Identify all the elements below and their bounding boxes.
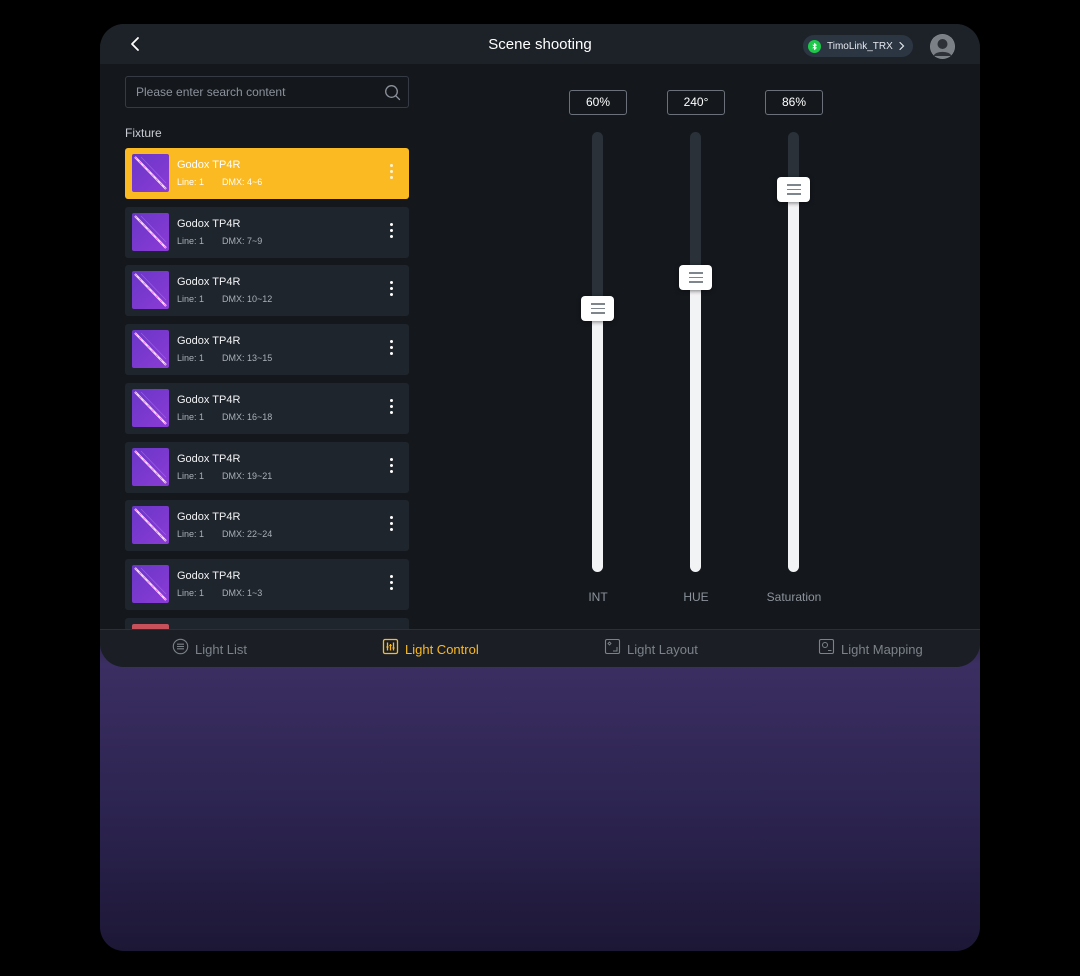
fixture-item[interactable]: Godox TP4R Line: 1 DMX: 1~3 — [125, 558, 409, 610]
device-name: TimoLink_TRX — [827, 40, 893, 52]
fixture-thumbnail — [132, 447, 169, 486]
fixture-item[interactable]: Godox TP4R Line: 1 DMX: 7~9 — [125, 206, 409, 258]
fixture-line: Line: 1 — [177, 235, 205, 246]
fixture-meta: Line: 1 DMX: 19~21 — [177, 471, 272, 481]
fixture-name: Godox TP4R — [177, 393, 241, 406]
tab-light-list[interactable]: Light List — [172, 630, 247, 667]
search-input[interactable] — [126, 77, 376, 107]
fixture-name: Godox TP4R — [177, 452, 241, 465]
more-options-icon[interactable] — [385, 164, 397, 184]
fixture-thumbnail — [132, 388, 169, 427]
fixture-item[interactable]: Godox TP4R Line: 1 DMX: 13~15 — [125, 324, 409, 376]
fixture-dmx: DMX: 1~3 — [222, 587, 263, 598]
fixture-section-label: Fixture — [125, 126, 162, 140]
fixture-thumbnail — [132, 212, 169, 251]
fixture-dmx: DMX: 19~21 — [222, 470, 273, 481]
fixture-item[interactable]: Godox TP4R Line: 1 DMX: 4~6 — [125, 148, 409, 199]
app-window: Scene shooting TimoLink_TRX Please enter… — [100, 24, 980, 667]
more-options-icon[interactable] — [385, 398, 397, 419]
fixture-line: Line: 1 — [177, 353, 205, 364]
tab-label: Light List — [195, 641, 248, 657]
fixture-meta: Line: 1 DMX: 16~18 — [177, 412, 272, 422]
fixture-dmx: DMX: 7~9 — [222, 235, 263, 246]
more-options-icon[interactable] — [385, 340, 397, 360]
slider-track[interactable] — [777, 132, 810, 572]
fixture-thumbnail — [132, 564, 169, 603]
fixture-name: Godox TP4R — [177, 511, 241, 524]
fixture-meta: Line: 1 DMX: 10~12 — [177, 294, 272, 304]
slider-value[interactable]: 86% — [765, 90, 823, 115]
slider-label: Saturation — [766, 590, 822, 604]
slider-handle[interactable] — [679, 265, 712, 290]
slider-fill — [690, 277, 701, 572]
search-icon[interactable] — [384, 84, 401, 101]
fixture-dmx: DMX: 22~24 — [222, 529, 273, 540]
bottom-tab-bar: Light List Light Control Light Layout Light… — [100, 629, 980, 667]
slider-handle[interactable] — [581, 296, 614, 321]
slider-label: HUE — [683, 590, 709, 604]
fixture-thumbnail — [132, 330, 169, 369]
fixture-thumbnail — [132, 154, 169, 192]
fixture-line: Line: 1 — [177, 470, 205, 481]
user-icon — [930, 34, 955, 59]
fixture-line: Line: 1 — [177, 294, 205, 305]
slider-value[interactable]: 60% — [569, 90, 627, 115]
fixture-dmx: DMX: 13~15 — [222, 353, 273, 364]
chevron-right-icon — [899, 41, 905, 51]
device-frame: Scene shooting TimoLink_TRX Please enter… — [100, 24, 980, 951]
bluetooth-icon — [808, 39, 821, 53]
more-options-icon[interactable] — [385, 222, 397, 243]
fixture-name: Godox TP4R — [177, 569, 241, 582]
fixture-line: Line: 1 — [177, 177, 205, 187]
fixture-meta: Line: 1 DMX: 4~6 — [177, 177, 262, 187]
control-icon — [382, 638, 399, 660]
fixture-line: Line: 1 — [177, 587, 205, 598]
layout-icon — [604, 638, 621, 660]
fixture-name: Godox TP4R — [177, 159, 241, 171]
list-icon — [172, 638, 189, 660]
mapping-icon — [818, 638, 835, 660]
slider-track[interactable] — [679, 132, 712, 572]
slider-handle[interactable] — [777, 177, 810, 202]
more-options-icon[interactable] — [385, 516, 397, 536]
slider-fill — [788, 189, 799, 572]
fixture-meta: Line: 1 DMX: 7~9 — [177, 236, 262, 246]
tab-light-layout[interactable]: Light Layout — [604, 630, 698, 667]
fixture-line: Line: 1 — [177, 529, 205, 540]
avatar[interactable] — [930, 34, 955, 59]
fixture-meta: Line: 1 DMX: 22~24 — [177, 529, 272, 539]
fixture-line: Line: 1 — [177, 411, 205, 422]
fixture-dmx: DMX: 10~12 — [222, 294, 273, 305]
slider-label: INT — [588, 590, 608, 604]
more-options-icon[interactable] — [385, 281, 397, 301]
fixture-name: Godox TP4R — [177, 276, 241, 289]
more-options-icon[interactable] — [385, 574, 397, 595]
tab-label: Light Control — [405, 641, 479, 657]
top-bar: Scene shooting TimoLink_TRX — [100, 24, 980, 64]
tab-light-mapping[interactable]: Light Mapping — [818, 630, 923, 667]
fixture-list: Godox TP4R Line: 1 DMX: 4~6 Godox TP4R Line:… — [125, 148, 409, 629]
fixture-item-partial[interactable] — [125, 618, 409, 629]
slider-track[interactable] — [581, 132, 614, 572]
slider-fill — [592, 308, 603, 572]
fixture-dmx: DMX: 16~18 — [222, 411, 273, 422]
fixture-item[interactable]: Godox TP4R Line: 1 DMX: 19~21 — [125, 441, 409, 493]
fixture-thumbnail — [132, 506, 169, 545]
fixture-name: Godox TP4R — [177, 217, 241, 230]
fixture-name: Godox TP4R — [177, 335, 241, 348]
connected-device-chip[interactable]: TimoLink_TRX — [803, 35, 913, 57]
slider-value[interactable]: 240° — [667, 90, 725, 115]
fixture-item[interactable]: Godox TP4R Line: 1 DMX: 22~24 — [125, 500, 409, 552]
fixture-item[interactable]: Godox TP4R Line: 1 DMX: 16~18 — [125, 382, 409, 434]
more-options-icon[interactable] — [385, 457, 397, 478]
tab-label: Light Mapping — [841, 641, 923, 657]
tab-label: Light Layout — [627, 641, 698, 657]
fixture-item[interactable]: Godox TP4R Line: 1 DMX: 10~12 — [125, 265, 409, 317]
fixture-dmx: DMX: 4~6 — [222, 177, 263, 187]
fixture-meta: Line: 1 DMX: 13~15 — [177, 353, 272, 363]
fixture-meta: Line: 1 DMX: 1~3 — [177, 588, 262, 598]
search-box — [125, 76, 409, 108]
fixture-thumbnail — [132, 271, 169, 310]
tab-light-control[interactable]: Light Control — [382, 630, 479, 667]
